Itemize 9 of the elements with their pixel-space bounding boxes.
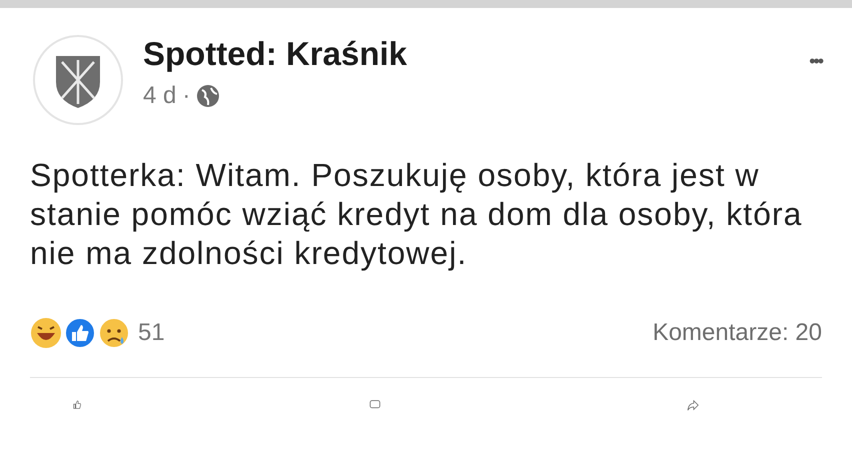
- separator-dot: ·: [182, 81, 190, 111]
- page-avatar[interactable]: [32, 34, 124, 126]
- globe-icon: [196, 84, 220, 108]
- more-options-button[interactable]: •••: [809, 48, 822, 75]
- reaction-count[interactable]: 51: [138, 315, 165, 351]
- page-name[interactable]: Spotted: Kraśnik: [143, 36, 408, 72]
- comments-count[interactable]: Komentarze: 20: [652, 315, 822, 351]
- post-time[interactable]: 4 d: [143, 78, 176, 114]
- post-text: Spotterka: Witam. Poszukuję osoby, która jest w stanie pomóc wziąć kredyt na dom dla osoby, która nie ma zdolności kredytowej.: [30, 156, 804, 273]
